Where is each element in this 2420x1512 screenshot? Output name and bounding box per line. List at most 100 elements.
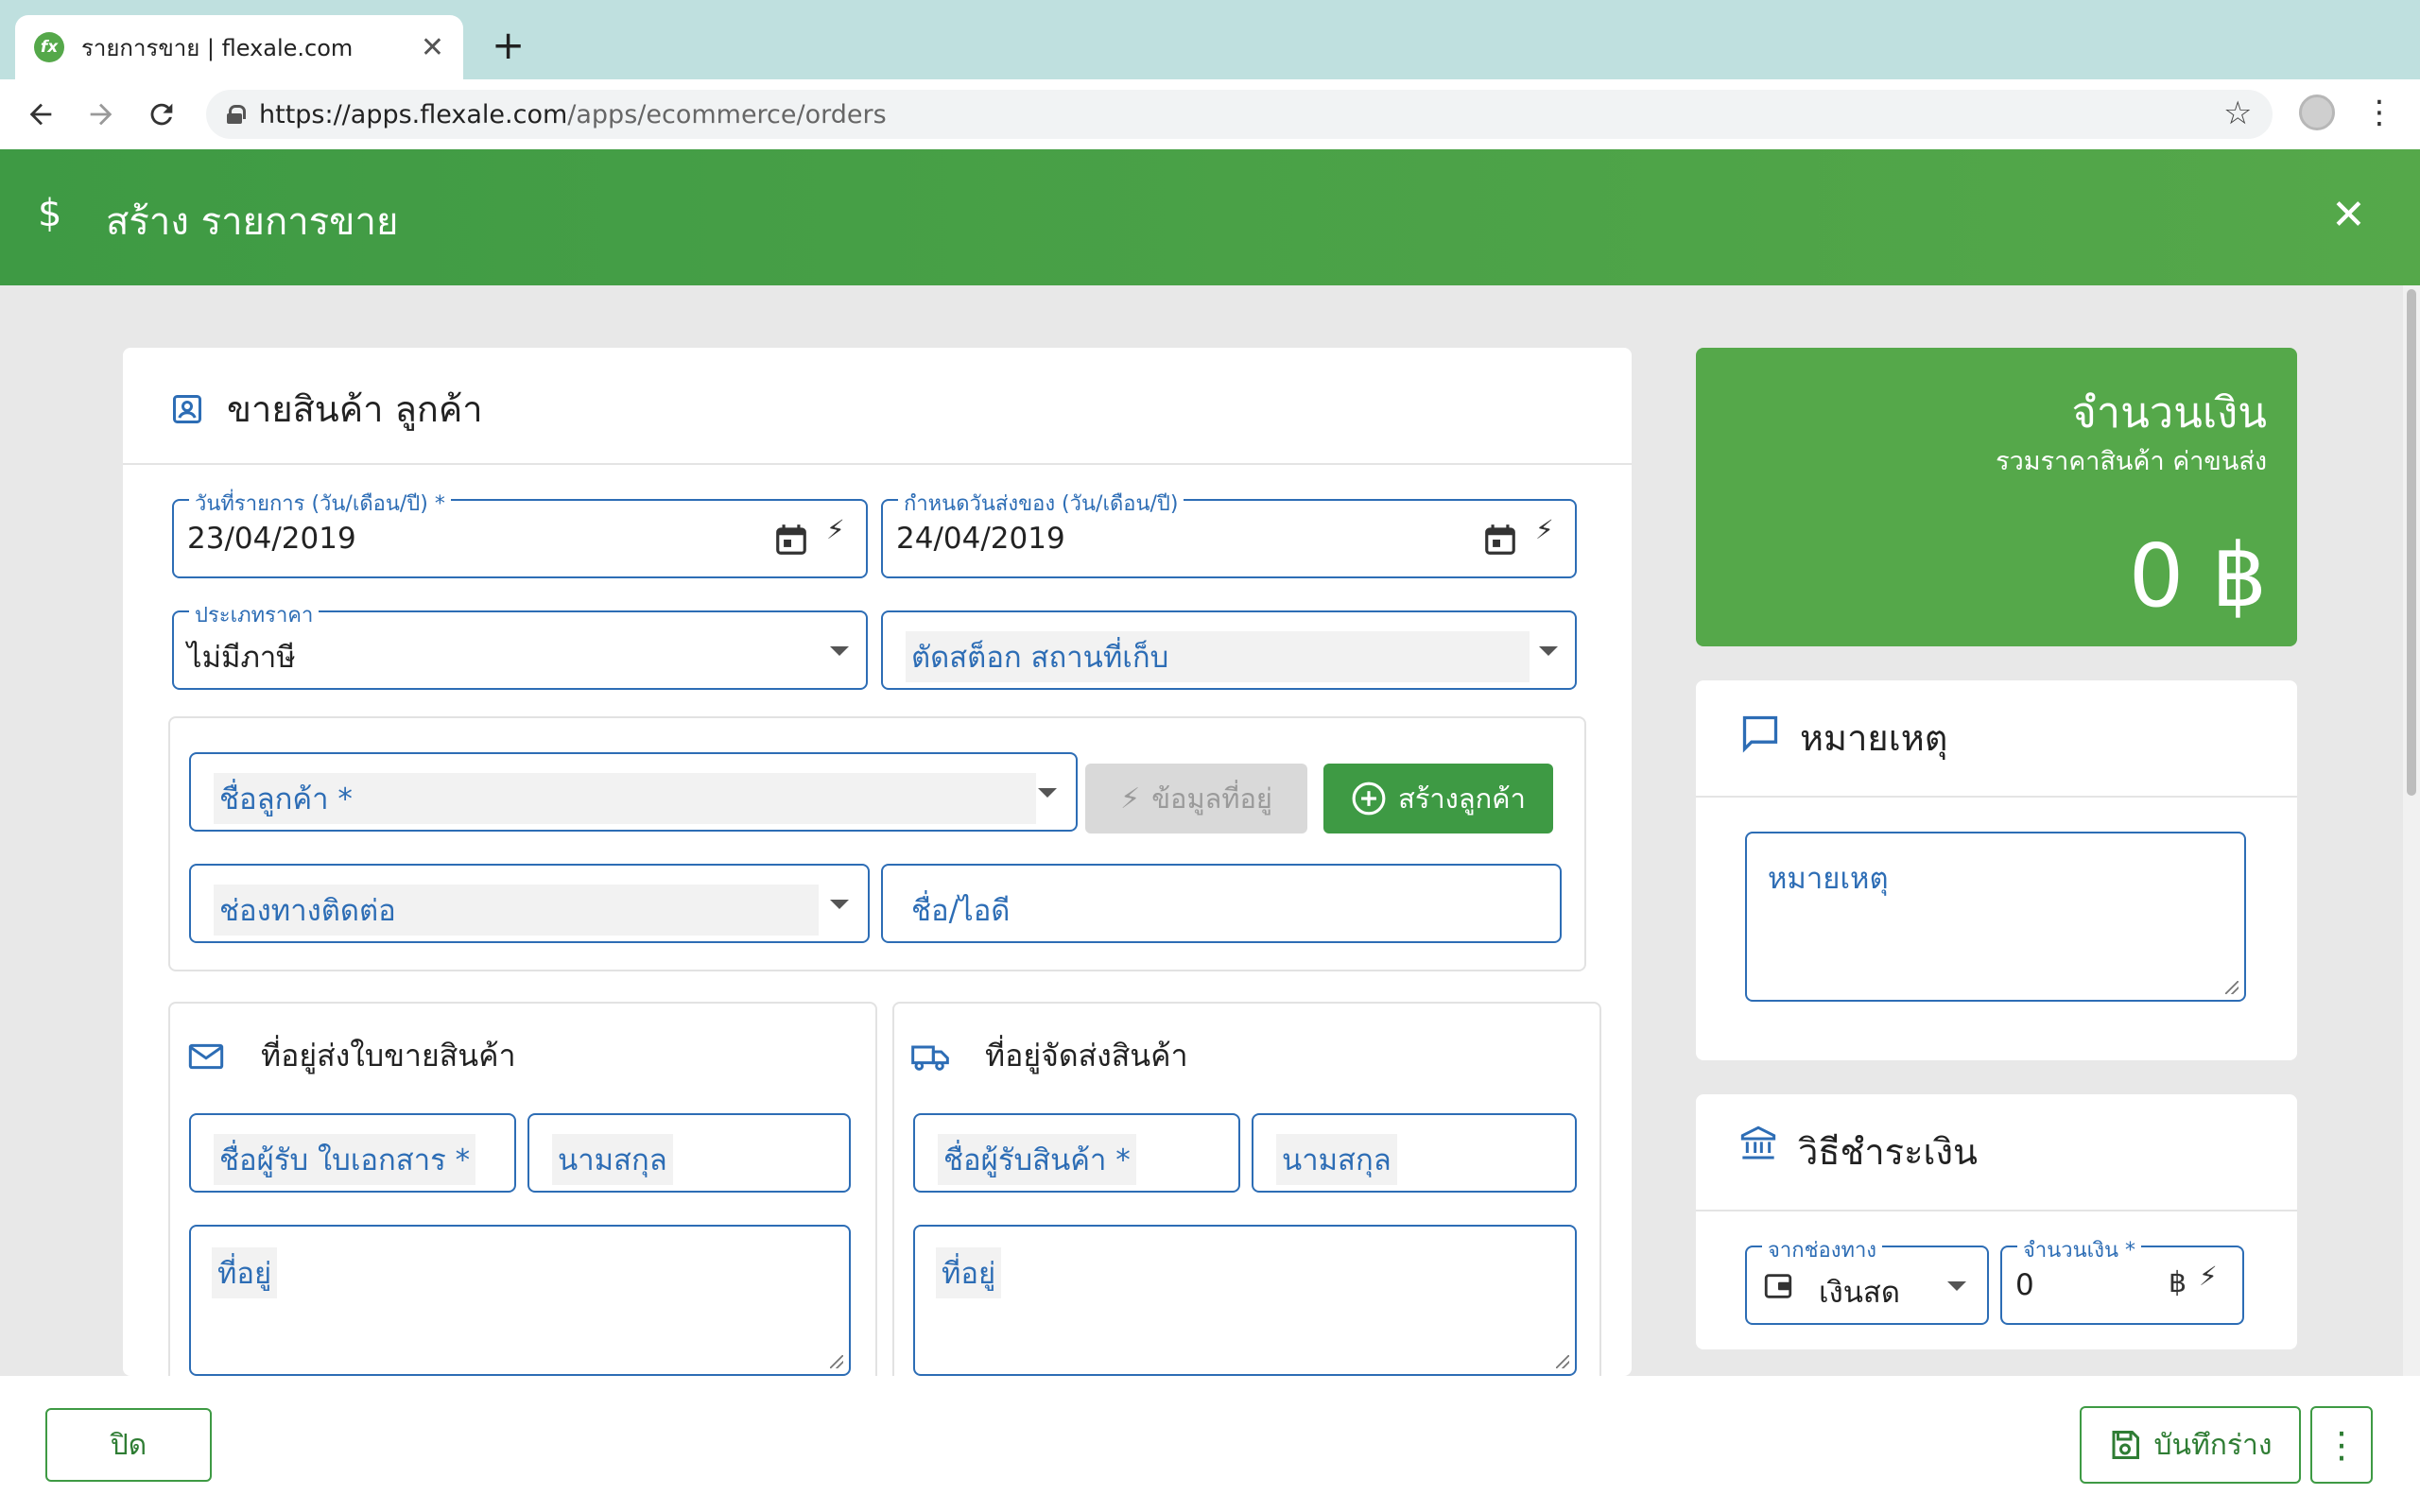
sale-card-title: ขายสินค้า ลูกค้า — [227, 388, 483, 430]
shipping-address-placeholder: ที่อยู่ — [936, 1247, 1002, 1298]
wallet-icon — [1764, 1274, 1792, 1298]
name-id-input[interactable]: ชื่อ/ไอดี — [881, 864, 1562, 943]
autofill-flash-icon[interactable]: ⚡ — [1535, 514, 1554, 545]
payment-channel-select[interactable]: จากช่องทาง เงินสด — [1745, 1233, 1989, 1325]
order-date-value: 23/04/2019 — [187, 522, 356, 556]
billing-address-textarea[interactable]: ที่อยู่ — [189, 1225, 851, 1376]
chevron-down-icon — [1539, 646, 1558, 656]
lock-icon — [227, 105, 246, 124]
delivery-date-field[interactable]: กำหนดวันส่งของ (วัน/เดือน/ปี) 24/04/2019… — [881, 487, 1577, 578]
note-textarea[interactable]: หมายเหตุ — [1745, 832, 2246, 1002]
delivery-date-value: 24/04/2019 — [896, 522, 1065, 556]
billing-address-placeholder: ที่อยู่ — [212, 1247, 278, 1298]
page-scrollbar[interactable] — [2403, 285, 2420, 1376]
browser-tabstrip: fx รายการขาย | flexale.com ✕ + — [0, 0, 2420, 79]
amount-title: จำนวนเงิน — [2071, 387, 2267, 438]
price-type-select[interactable]: ประเภทราคา ไม่มีภาษี — [172, 598, 868, 690]
payment-amount-label: จำนวนเงิน * — [2017, 1233, 2141, 1266]
chevron-down-icon — [830, 900, 849, 909]
payment-divider — [1696, 1210, 2297, 1211]
billing-surname-input[interactable]: นามสกุล — [527, 1113, 851, 1193]
payment-amount-input[interactable]: จำนวนเงิน * 0 ฿ ⚡ — [2000, 1233, 2244, 1325]
close-button-label: ปิด — [110, 1428, 147, 1462]
note-card: หมายเหตุ หมายเหตุ — [1696, 680, 2297, 1060]
contact-card-icon — [173, 394, 201, 423]
note-title: หมายเหตุ — [1800, 717, 1948, 759]
calendar-icon[interactable] — [773, 522, 809, 558]
calendar-icon[interactable] — [1482, 522, 1518, 558]
payment-channel-label: จากช่องทาง — [1762, 1233, 1883, 1266]
contact-channel-select[interactable]: ช่องทางติดต่อ — [189, 864, 870, 943]
payment-amount-value: 0 — [2015, 1268, 2034, 1302]
close-icon[interactable]: ✕ — [2331, 191, 2366, 239]
reload-icon[interactable] — [140, 93, 183, 136]
new-tab-icon[interactable]: + — [492, 23, 525, 68]
baht-icon: ฿ — [2169, 1266, 2187, 1299]
chevron-down-icon — [830, 646, 849, 656]
note-divider — [1696, 796, 2297, 798]
chevron-down-icon — [1947, 1281, 1966, 1291]
billing-surname-placeholder: นามสกุล — [552, 1134, 673, 1185]
resize-grip-icon[interactable] — [830, 1355, 843, 1368]
browser-menu-icon[interactable]: ⋮ — [2363, 93, 2395, 132]
billing-address-title: ที่อยู่ส่งใบขายสินค้า — [261, 1038, 516, 1074]
address-info-button[interactable]: ⚡ ข้อมูลที่อยู่ — [1085, 764, 1307, 833]
truck-icon — [911, 1045, 949, 1071]
amount-value: 0 ฿ — [2128, 525, 2267, 627]
autofill-flash-icon[interactable]: ⚡ — [2199, 1261, 2218, 1292]
delivery-date-label: กำหนดวันส่งของ (วัน/เดือน/ปี) — [898, 487, 1184, 520]
chevron-down-icon — [1038, 788, 1057, 798]
browser-tab[interactable]: fx รายการขาย | flexale.com ✕ — [15, 15, 463, 79]
amount-card: จำนวนเงิน รวมราคาสินค้า ค่าขนส่ง 0 ฿ — [1696, 348, 2297, 646]
order-date-label: วันที่รายการ (วัน/เดือน/ปี) * — [189, 487, 451, 520]
shipping-surname-input[interactable]: นามสกุล — [1252, 1113, 1577, 1193]
price-type-label: ประเภทราคา — [189, 598, 320, 631]
footer-bar: ปิด บันทึกร่าง ⋮ — [0, 1376, 2420, 1512]
amount-subtitle: รวมราคาสินค้า ค่าขนส่ง — [1996, 447, 2267, 476]
address-bar[interactable]: https://apps.flexale.com/apps/ecommerce/… — [206, 90, 2273, 139]
create-customer-button[interactable]: สร้างลูกค้า — [1323, 764, 1553, 833]
resize-grip-icon[interactable] — [1556, 1355, 1569, 1368]
billing-recipient-input[interactable]: ชื่อผู้รับ ใบเอกสาร * — [189, 1113, 516, 1193]
flexale-favicon-icon: fx — [34, 32, 64, 62]
shipping-recipient-placeholder: ชื่อผู้รับสินค้า * — [938, 1134, 1136, 1185]
shipping-surname-placeholder: นามสกุล — [1276, 1134, 1397, 1185]
add-circle-icon — [1352, 782, 1386, 816]
profile-avatar-icon[interactable] — [2299, 94, 2335, 130]
billing-recipient-placeholder: ชื่อผู้รับ ใบเอกสาร * — [214, 1134, 476, 1185]
save-draft-button[interactable]: บันทึกร่าง — [2080, 1406, 2301, 1484]
customer-name-select[interactable]: ชื่อลูกค้า * — [189, 752, 1078, 832]
tab-title: รายการขาย | flexale.com — [81, 34, 354, 61]
save-draft-label: บันทึกร่าง — [2153, 1428, 2273, 1462]
payment-channel-value: เงินสด — [1819, 1276, 1900, 1310]
url-path: /apps/ecommerce/orders — [567, 99, 887, 129]
contact-channel-placeholder: ช่องทางติดต่อ — [214, 885, 819, 936]
sale-card-divider — [123, 463, 1632, 465]
forward-icon[interactable] — [79, 93, 123, 136]
more-options-icon[interactable]: ⋮ — [2310, 1406, 2373, 1484]
shipping-recipient-input[interactable]: ชื่อผู้รับสินค้า * — [913, 1113, 1240, 1193]
order-date-field[interactable]: วันที่รายการ (วัน/เดือน/ปี) * 23/04/2019… — [172, 487, 868, 578]
tab-close-icon[interactable]: ✕ — [421, 31, 444, 64]
autofill-flash-icon[interactable]: ⚡ — [826, 514, 845, 545]
note-placeholder: หมายเหตุ — [1768, 862, 1889, 896]
price-type-value: ไม่มีภาษี — [187, 641, 296, 675]
close-button[interactable]: ปิด — [45, 1408, 212, 1482]
name-id-placeholder: ชื่อ/ไอดี — [911, 894, 1011, 928]
shipping-address-textarea[interactable]: ที่อยู่ — [913, 1225, 1577, 1376]
address-info-label: ข้อมูลที่อยู่ — [1151, 782, 1272, 815]
browser-toolbar: https://apps.flexale.com/apps/ecommerce/… — [0, 79, 2420, 149]
payment-title: วิธีชำระเงิน — [1798, 1131, 1978, 1173]
resize-grip-icon[interactable] — [2225, 981, 2238, 994]
mail-icon — [188, 1043, 224, 1070]
scrollbar-thumb[interactable] — [2407, 289, 2416, 796]
stock-location-placeholder: ตัดสต็อก สถานที่เก็บ — [906, 631, 1530, 682]
url-host: https://apps.flexale.com — [259, 99, 568, 129]
page-title: สร้าง รายการขาย — [106, 200, 399, 244]
stock-location-select[interactable]: ตัดสต็อก สถานที่เก็บ — [881, 610, 1577, 690]
save-icon — [2112, 1431, 2140, 1459]
customer-name-placeholder: ชื่อลูกค้า * — [214, 773, 1036, 824]
bookmark-star-icon[interactable]: ☆ — [2223, 94, 2252, 132]
back-icon[interactable] — [19, 93, 62, 136]
create-customer-label: สร้างลูกค้า — [1398, 782, 1526, 815]
